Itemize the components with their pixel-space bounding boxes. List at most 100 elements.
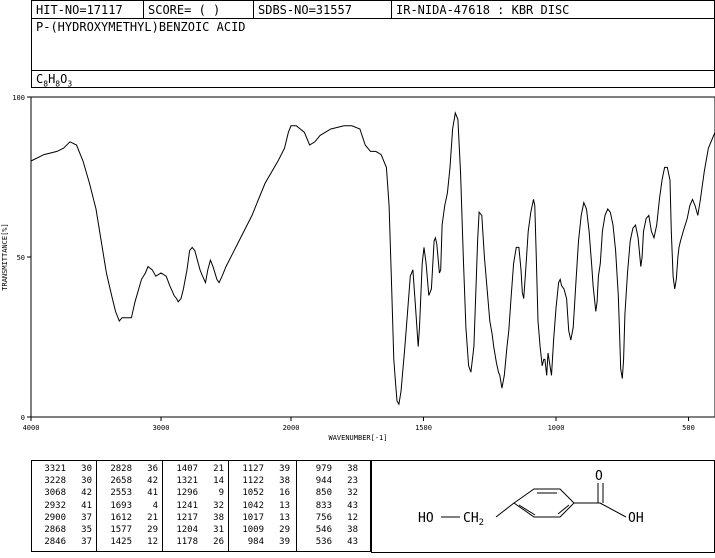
peak-transmittance: 39 <box>279 464 290 474</box>
peak-row: 546 38 <box>298 524 358 536</box>
y-axis-label: TRANSMITTANCE[%] <box>1 223 9 290</box>
y-tick-label: 50 <box>17 254 25 262</box>
hydroxyl-label: HO <box>418 511 434 526</box>
peak-wavenumber: 3068 <box>44 488 66 499</box>
peak-wavenumber: 850 <box>315 488 332 499</box>
peak-column: 2828 36 2658 42 2553 41 1693 4 1612 21 1577 29 1425 1… <box>98 463 158 548</box>
bond-ch2-ring <box>495 502 515 518</box>
peak-transmittance: 29 <box>147 525 158 536</box>
peak-column-divider <box>228 461 229 551</box>
peak-transmittance: 14 <box>213 476 224 487</box>
peak-wavenumber: 2846 <box>44 537 66 548</box>
peak-wavenumber: 536 <box>315 537 332 548</box>
peak-wavenumber: 1612 <box>110 512 132 523</box>
peak-wavenumber: 2828 <box>110 464 132 474</box>
peak-wavenumber: 2932 <box>44 500 66 511</box>
peak-column: 3321 30 3228 30 3068 42 2932 41 2900 37 2868 35 2846… <box>32 463 92 548</box>
peak-row: 984 39 <box>230 536 290 548</box>
peak-wavenumber: 1321 <box>176 476 198 487</box>
peak-row: 1122 38 <box>230 475 290 487</box>
x-axis-label: WAVENUMBER[-1] <box>328 434 387 442</box>
peak-wavenumber: 546 <box>315 525 332 536</box>
peak-wavenumber: 2553 <box>110 488 132 499</box>
peak-wavenumber: 1052 <box>242 488 264 499</box>
peak-transmittance: 37 <box>81 512 92 523</box>
peak-wavenumber: 1407 <box>176 464 198 474</box>
peak-wavenumber: 1693 <box>110 500 132 511</box>
peak-transmittance: 42 <box>147 476 158 487</box>
peak-transmittance: 9 <box>218 488 224 499</box>
peak-wavenumber: 979 <box>315 464 332 474</box>
peak-row: 2846 37 <box>32 536 92 548</box>
peak-wavenumber: 944 <box>315 476 332 487</box>
peak-wavenumber: 1204 <box>176 525 198 536</box>
peak-row: 2658 42 <box>98 475 158 487</box>
peak-row: 1009 29 <box>230 524 290 536</box>
peak-row: 944 23 <box>298 475 358 487</box>
peak-column-divider <box>162 461 163 551</box>
peak-row: 1042 13 <box>230 500 290 512</box>
peak-table: 3321 30 3228 30 3068 42 2932 41 2900 37 2868 35 2846… <box>31 460 371 552</box>
peak-transmittance: 30 <box>81 464 92 474</box>
peak-column: 1407 21 1321 14 1296 9 1241 32 1217 38 1204 31 1178 2… <box>164 463 224 548</box>
peak-transmittance: 43 <box>347 537 358 548</box>
peak-wavenumber: 1178 <box>176 537 198 548</box>
carbonyl-o-label: O <box>595 469 603 484</box>
peak-transmittance: 12 <box>147 537 158 548</box>
peak-transmittance: 36 <box>147 464 158 474</box>
peak-row: 1693 4 <box>98 500 158 512</box>
peak-transmittance: 43 <box>347 500 358 511</box>
peak-row: 979 38 <box>298 463 358 475</box>
structure-panel: HO CH2 O OH <box>371 460 715 553</box>
peak-transmittance: 32 <box>347 488 358 499</box>
peak-wavenumber: 1122 <box>242 476 264 487</box>
peak-wavenumber: 833 <box>315 500 332 511</box>
peak-transmittance: 21 <box>213 464 224 474</box>
peak-transmittance: 13 <box>279 512 290 523</box>
peak-row: 1241 32 <box>164 500 224 512</box>
peak-row: 3068 42 <box>32 487 92 499</box>
peak-wavenumber: 1241 <box>176 500 198 511</box>
peak-row: 1577 29 <box>98 524 158 536</box>
peak-row: 1407 21 <box>164 463 224 475</box>
peak-wavenumber: 756 <box>315 512 332 523</box>
peak-wavenumber: 1217 <box>176 512 198 523</box>
peak-row: 3228 30 <box>32 475 92 487</box>
peak-row: 3321 30 <box>32 463 92 475</box>
peak-wavenumber: 3228 <box>44 476 66 487</box>
peak-transmittance: 13 <box>279 500 290 511</box>
peak-row: 536 43 <box>298 536 358 548</box>
peak-transmittance: 37 <box>81 537 92 548</box>
peak-transmittance: 26 <box>213 537 224 548</box>
peak-row: 1296 9 <box>164 487 224 499</box>
peak-row: 2868 35 <box>32 524 92 536</box>
peak-column-divider <box>96 461 97 551</box>
peak-row: 1052 16 <box>230 487 290 499</box>
peak-wavenumber: 2868 <box>44 525 66 536</box>
peak-transmittance: 16 <box>279 488 290 499</box>
peak-wavenumber: 1127 <box>242 464 264 474</box>
acid-oh-label: OH <box>628 511 644 526</box>
peak-row: 1178 26 <box>164 536 224 548</box>
ir-spectrum-chart: 4000 3000 2000 1500 1000 500 100500 WAVENUMBE… <box>1 94 715 442</box>
peak-column: 1127 39 1122 38 1052 16 1042 13 1017 13 1009 29 984 3… <box>230 463 290 548</box>
peak-wavenumber: 1296 <box>176 488 198 499</box>
peak-transmittance: 31 <box>213 525 224 536</box>
molecule-structure: HO CH2 O OH <box>418 469 644 528</box>
peak-transmittance: 41 <box>147 488 158 499</box>
peak-transmittance: 29 <box>279 525 290 536</box>
peak-row: 756 12 <box>298 512 358 524</box>
x-tick-label: 2000 <box>283 424 300 432</box>
peak-transmittance: 30 <box>81 476 92 487</box>
peak-wavenumber: 3321 <box>44 464 66 474</box>
peak-transmittance: 32 <box>213 500 224 511</box>
methylene-label: CH2 <box>463 511 484 528</box>
peak-transmittance: 4 <box>152 500 158 511</box>
peak-wavenumber: 984 <box>247 537 264 548</box>
peak-row: 1217 38 <box>164 512 224 524</box>
peak-transmittance: 35 <box>81 525 92 536</box>
peak-transmittance: 21 <box>147 512 158 523</box>
peak-row: 850 32 <box>298 487 358 499</box>
peak-transmittance: 39 <box>279 537 290 548</box>
ring-double-2 <box>518 504 536 516</box>
